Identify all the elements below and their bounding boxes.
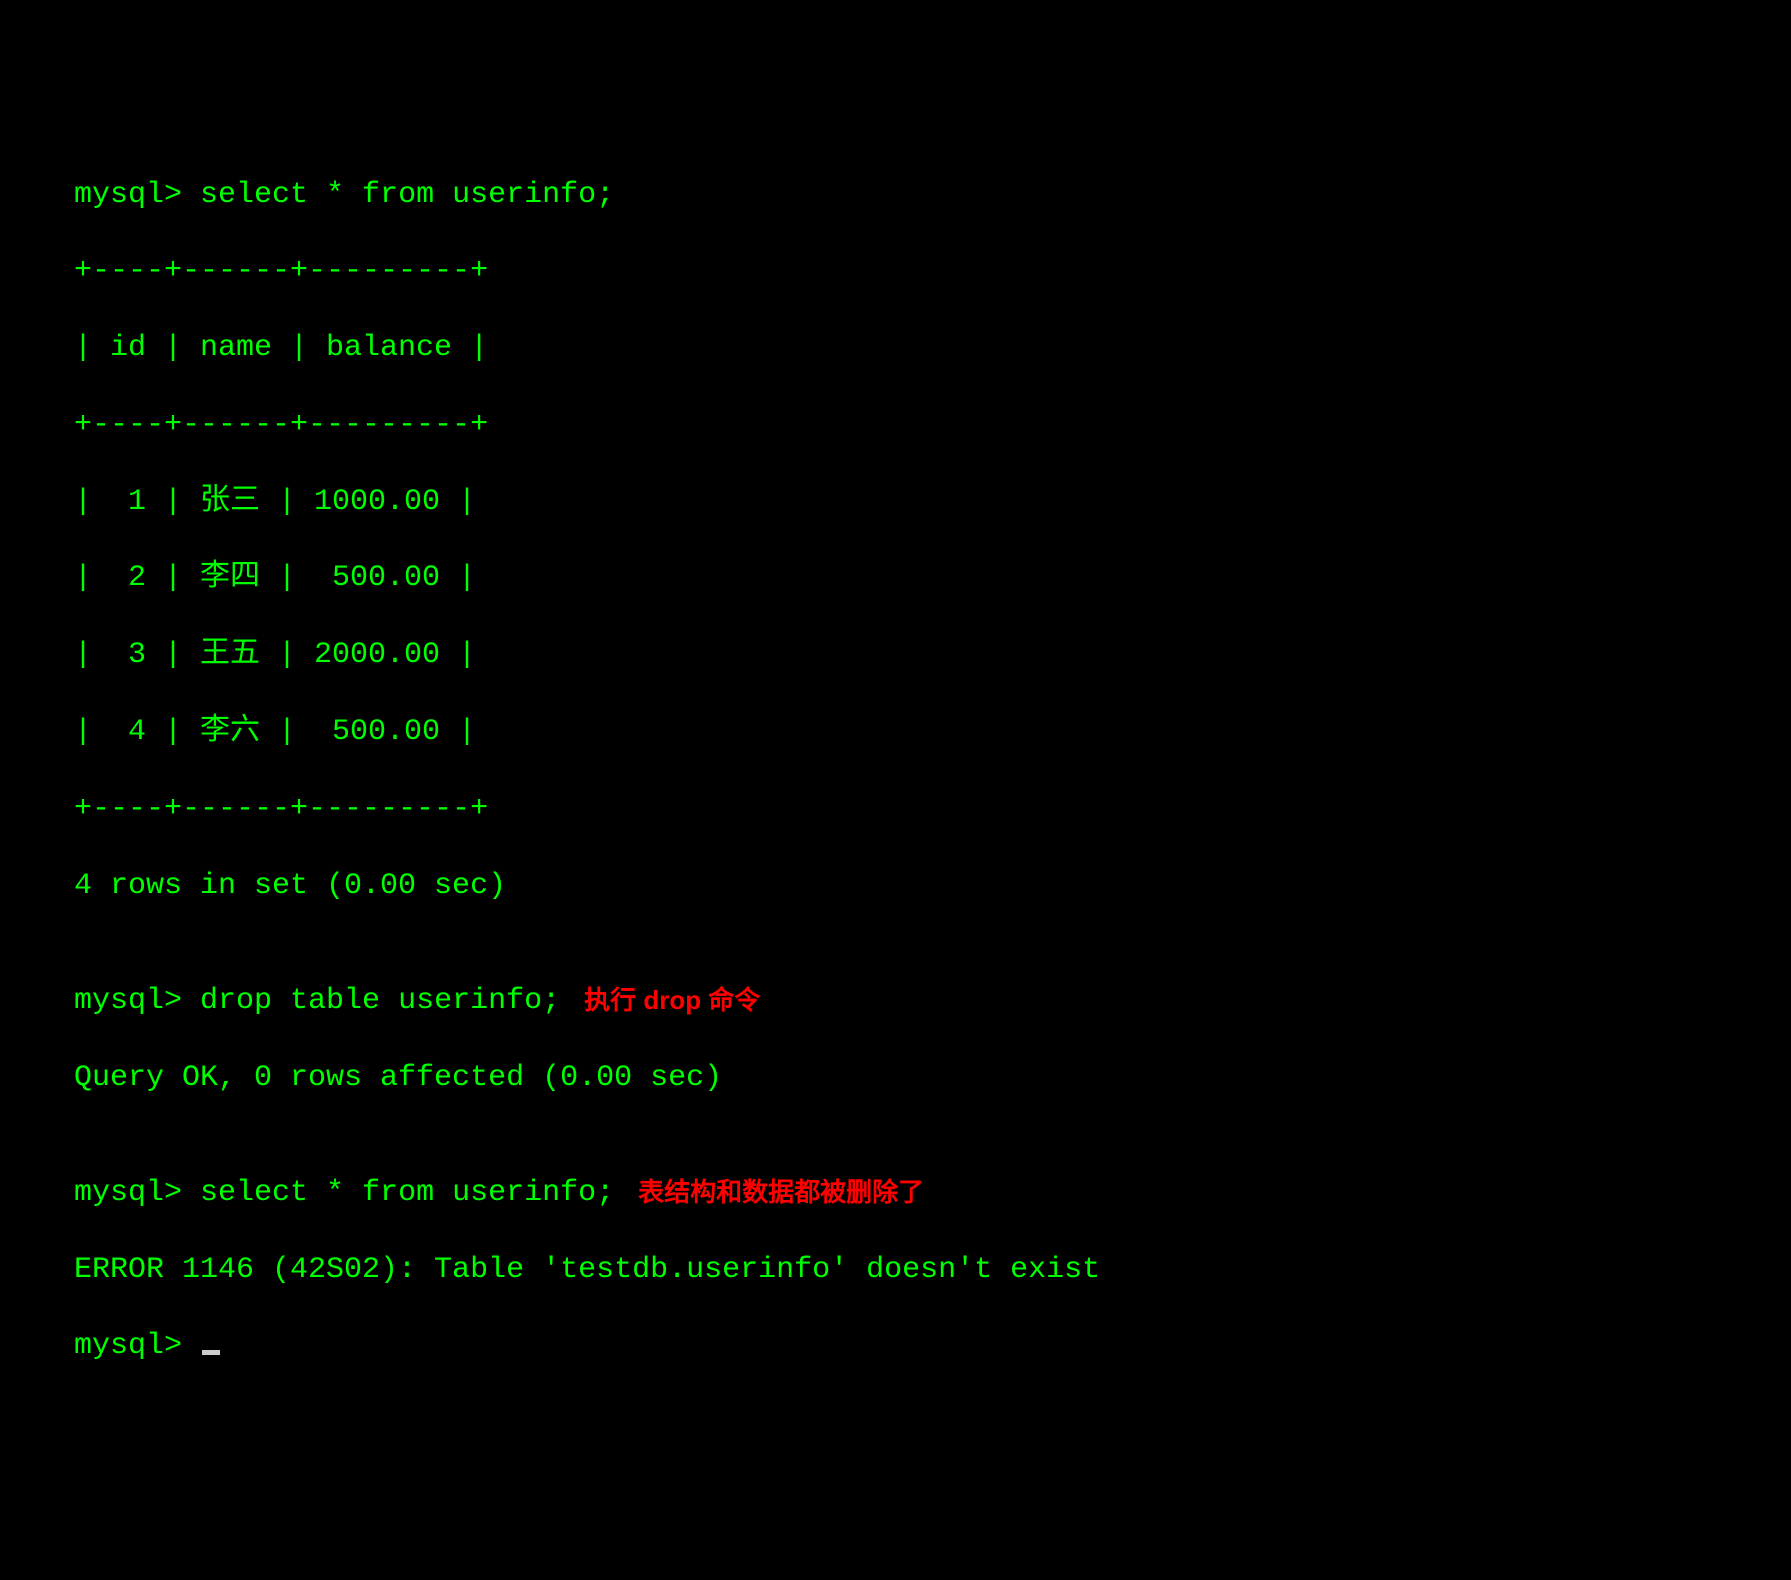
prompt: mysql> — [74, 1329, 200, 1363]
table-row: | 4 | 李六 | 500.00 | — [74, 713, 1717, 751]
table-row: | 2 | 李四 | 500.00 | — [74, 559, 1717, 597]
prompt: mysql> — [74, 984, 200, 1018]
result-rows-in-set: 4 rows in set (0.00 sec) — [74, 867, 1717, 905]
annotation-drop: 执行 drop 命令 — [584, 984, 760, 1017]
prompt: mysql> — [74, 1176, 200, 1210]
table-row: | 3 | 王五 | 2000.00 | — [74, 636, 1717, 674]
cmd-line-4[interactable]: mysql> — [74, 1327, 1717, 1365]
table-border-mid: +----+------+---------+ — [74, 406, 1717, 444]
sql-select-1: select * from userinfo; — [200, 178, 614, 212]
table-header: | id | name | balance | — [74, 329, 1717, 367]
error-line: ERROR 1146 (42S02): Table 'testdb.userin… — [74, 1251, 1717, 1289]
cmd-line-3[interactable]: mysql> select * from userinfo; — [74, 1174, 614, 1212]
sql-drop: drop table userinfo; — [200, 984, 560, 1018]
sql-select-2: select * from userinfo; — [200, 1176, 614, 1210]
cmd-line-2[interactable]: mysql> drop table userinfo; — [74, 982, 560, 1020]
result-query-ok: Query OK, 0 rows affected (0.00 sec) — [74, 1059, 1717, 1097]
prompt: mysql> — [74, 178, 200, 212]
annotation-deleted: 表结构和数据都被删除了 — [638, 1176, 924, 1209]
table-row: | 1 | 张三 | 1000.00 | — [74, 483, 1717, 521]
cursor-icon — [202, 1350, 220, 1355]
table-border-top: +----+------+---------+ — [74, 252, 1717, 290]
cmd-line-3-wrap: mysql> select * from userinfo; 表结构和数据都被删… — [74, 1174, 1717, 1212]
cmd-line-1[interactable]: mysql> select * from userinfo; — [74, 176, 1717, 214]
cmd-line-2-wrap: mysql> drop table userinfo; 执行 drop 命令 — [74, 982, 1717, 1020]
